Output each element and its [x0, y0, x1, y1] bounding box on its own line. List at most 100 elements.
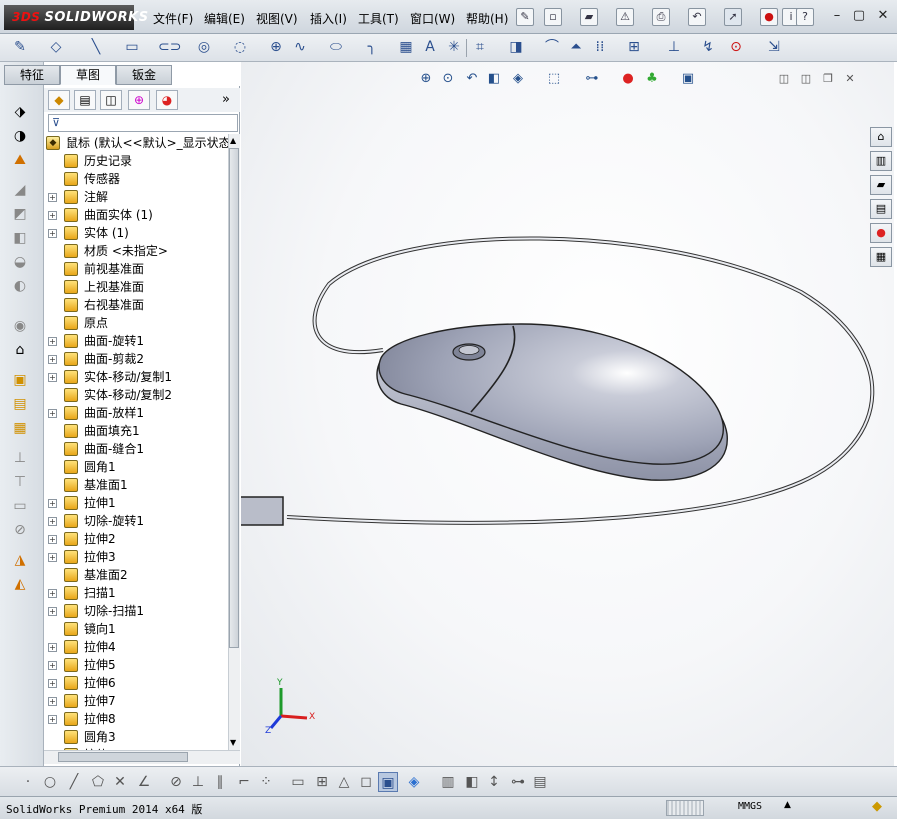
wrap-icon[interactable]: ▭ [10, 496, 30, 516]
select-pointer-icon[interactable]: ➚ [724, 8, 742, 26]
tree-scroll-thumb[interactable] [229, 148, 239, 648]
view-palette-icon[interactable]: ▤ [870, 199, 892, 219]
linear-pattern-icon[interactable]: ⁞⁞ [590, 37, 610, 57]
instant2d-icon[interactable]: ⇲ [764, 37, 784, 57]
draft-icon[interactable]: ⊥ [10, 448, 30, 468]
tree-item[interactable]: 材质 <未指定> [44, 242, 228, 260]
close-button[interactable]: ✕ [872, 6, 894, 26]
expand-toggle-icon[interactable]: + [48, 679, 57, 688]
relation-icon[interactable]: ⊘ [166, 772, 186, 792]
tree-item[interactable]: + 拉伸4 [44, 638, 228, 656]
point-icon[interactable]: ✳ [444, 37, 464, 57]
tag-icon[interactable]: ◆ [872, 799, 882, 814]
tree-item[interactable]: 历史记录 [44, 152, 228, 170]
polygon-small-icon[interactable]: ⬠ [88, 772, 108, 792]
expand-toggle-icon[interactable]: + [48, 211, 57, 220]
tree-item[interactable]: + 注解 [44, 188, 228, 206]
dimxpert-tab-icon[interactable]: ⊕ [128, 90, 150, 110]
maximize-button[interactable]: ▢ [848, 6, 870, 26]
undo-icon[interactable]: ↶ [688, 8, 706, 26]
corner-icon[interactable]: ⌐ [234, 772, 254, 792]
menu-edit[interactable]: 编辑(E) [204, 10, 245, 27]
tree-item[interactable]: + 曲面-剪裁2 [44, 350, 228, 368]
tab-sheet-metal[interactable]: 钣金 [116, 65, 172, 85]
tree-item[interactable]: + 曲面实体 (1) [44, 206, 228, 224]
perpendicular-icon[interactable]: ⊥ [188, 772, 208, 792]
tree-item[interactable]: + 切除-扫描1 [44, 602, 228, 620]
tree-item[interactable]: 右视基准面 [44, 296, 228, 314]
appearances-icon[interactable]: ● [870, 223, 892, 243]
arc-icon[interactable]: ◌ [230, 37, 250, 57]
custom-properties-icon[interactable]: ▦ [870, 247, 892, 267]
design-library-icon[interactable]: ▥ [870, 151, 892, 171]
slot-icon[interactable]: ⊂⊃ [158, 37, 181, 57]
smart-dimension-icon[interactable]: ◇ [46, 37, 66, 57]
cube-outline-icon[interactable]: ◻ [356, 772, 376, 792]
extruded-boss-icon[interactable]: ⬗ [10, 102, 30, 122]
move-entities-icon[interactable]: ⊞ [624, 37, 644, 57]
menu-insert[interactable]: 插入(I) [310, 10, 347, 27]
expand-toggle-icon[interactable]: + [48, 499, 57, 508]
line-icon[interactable]: ╲ [86, 37, 106, 57]
expand-toggle-icon[interactable]: + [48, 697, 57, 706]
tree-item[interactable]: + 实体-移动/复制1 [44, 368, 228, 386]
triangle-icon[interactable]: △ [334, 772, 354, 792]
home-icon[interactable]: ⌂ [870, 127, 892, 147]
tree-item[interactable]: + 拉伸7 [44, 692, 228, 710]
tree-item[interactable]: 原点 [44, 314, 228, 332]
expand-toggle-icon[interactable]: + [48, 373, 57, 382]
tree-item[interactable]: 前视基准面 [44, 260, 228, 278]
tree-filter-input[interactable]: ⊽ [48, 114, 238, 132]
tree-item[interactable]: + 拉伸1 [44, 494, 228, 512]
edit-appearance-icon[interactable]: ◧ [462, 772, 482, 792]
expand-toggle-icon[interactable]: + [48, 193, 57, 202]
ellipse-icon[interactable]: ⬭ [326, 37, 346, 57]
offset-entities-icon[interactable]: ⌒ [542, 37, 562, 57]
expand-toggle-icon[interactable]: + [48, 553, 57, 562]
tree-item[interactable]: 传感器 [44, 170, 228, 188]
feature-manager-tab-icon[interactable]: ◆ [48, 90, 70, 110]
tree-item[interactable]: + 拉伸3 [44, 548, 228, 566]
units-indicator[interactable]: MMGS [738, 801, 762, 812]
rebuild-warning-icon[interactable]: ⚠ [616, 8, 634, 26]
tree-item[interactable]: + 扫描1 [44, 584, 228, 602]
spline-icon[interactable]: ∿ [290, 37, 310, 57]
open-folder-icon[interactable]: ▰ [580, 8, 598, 26]
tab-features[interactable]: 特征 [4, 65, 60, 85]
expand-toggle-icon[interactable]: + [48, 337, 57, 346]
minimize-button[interactable]: – [826, 6, 848, 26]
solidworks-logo[interactable]: 3DS SOLIDWORKS [4, 5, 148, 30]
tree-item[interactable]: 上视基准面 [44, 278, 228, 296]
polygon-icon[interactable]: ⊕ [266, 37, 286, 57]
new-document-icon[interactable]: ▫ [544, 8, 562, 26]
tree-hscroll-thumb[interactable] [58, 752, 188, 762]
tree-item[interactable]: 圆角1 [44, 458, 228, 476]
table-icon[interactable]: ▤ [530, 772, 550, 792]
menu-tools[interactable]: 工具(T) [358, 10, 399, 27]
view-cube-icon[interactable]: ◈ [404, 772, 424, 792]
boundary-boss-icon[interactable]: ◩ [10, 204, 30, 224]
lofted-boss-icon[interactable]: ◢ [10, 180, 30, 200]
tree-item[interactable]: 圆角3 [44, 728, 228, 746]
tree-item[interactable]: + 拉伸2 [44, 530, 228, 548]
circle-small-icon[interactable]: ○ [40, 772, 60, 792]
expand-toggle-icon[interactable]: + [48, 589, 57, 598]
units-dropdown-icon[interactable]: ▲ [784, 800, 791, 810]
tree-item[interactable]: + 曲面-旋转1 [44, 332, 228, 350]
circle-icon[interactable]: ◎ [194, 37, 214, 57]
expand-toggle-icon[interactable]: + [48, 607, 57, 616]
repair-sketch-icon[interactable]: ↯ [698, 37, 718, 57]
tree-item[interactable]: + 拉伸6 [44, 674, 228, 692]
revolved-boss-icon[interactable]: ◑ [10, 126, 30, 146]
tab-sketch[interactable]: 草图 [60, 65, 116, 85]
quick-snaps-icon[interactable]: ⊙ [726, 37, 746, 57]
display-manager-tab-icon[interactable]: ◕ [156, 90, 178, 110]
expand-toggle-icon[interactable]: + [48, 535, 57, 544]
tree-item[interactable]: 镜向1 [44, 620, 228, 638]
print-icon[interactable]: ⎙ [652, 8, 670, 26]
rectangle-icon[interactable]: ▭ [122, 37, 142, 57]
tree-item[interactable]: + 实体 (1) [44, 224, 228, 242]
trim-icon[interactable]: ⌗ [470, 37, 490, 57]
revolved-cut-icon[interactable]: ◒ [10, 252, 30, 272]
tree-item[interactable]: + 曲面-放样1 [44, 404, 228, 422]
